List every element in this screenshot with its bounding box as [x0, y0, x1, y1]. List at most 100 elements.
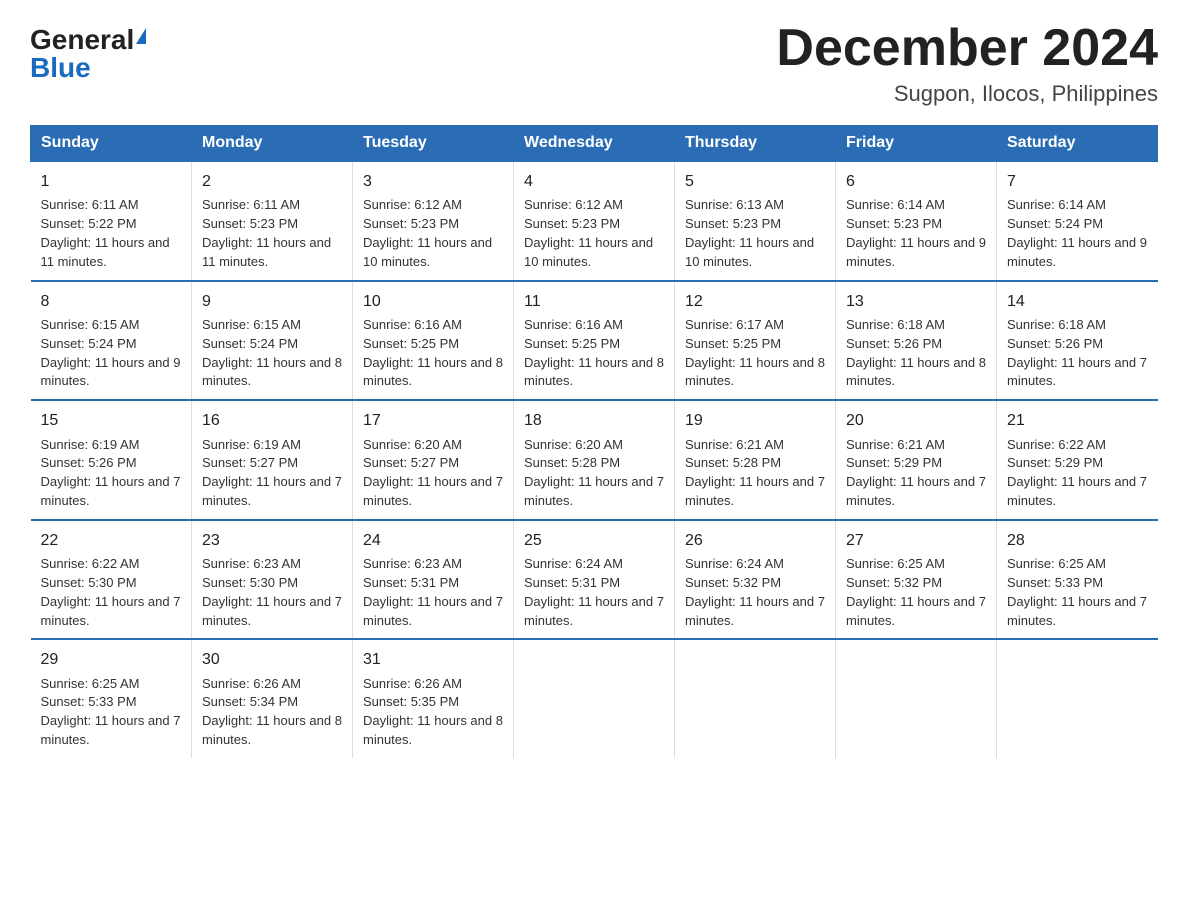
calendar-cell — [675, 639, 836, 758]
day-number: 2 — [202, 170, 342, 193]
day-info: Sunrise: 6:16 AMSunset: 5:25 PMDaylight:… — [363, 317, 503, 389]
day-info: Sunrise: 6:13 AMSunset: 5:23 PMDaylight:… — [685, 197, 814, 269]
day-info: Sunrise: 6:18 AMSunset: 5:26 PMDaylight:… — [1007, 317, 1147, 389]
day-info: Sunrise: 6:26 AMSunset: 5:34 PMDaylight:… — [202, 676, 342, 748]
day-number: 25 — [524, 529, 664, 552]
calendar-cell: 16 Sunrise: 6:19 AMSunset: 5:27 PMDayligh… — [192, 400, 353, 520]
day-info: Sunrise: 6:22 AMSunset: 5:30 PMDaylight:… — [41, 556, 181, 628]
calendar-cell: 31 Sunrise: 6:26 AMSunset: 5:35 PMDayligh… — [353, 639, 514, 758]
day-number: 27 — [846, 529, 986, 552]
day-info: Sunrise: 6:26 AMSunset: 5:35 PMDaylight:… — [363, 676, 503, 748]
calendar-cell — [836, 639, 997, 758]
calendar-cell: 28Sunrise: 6:25 AMSunset: 5:33 PMDayligh… — [997, 520, 1158, 640]
calendar-cell: 27 Sunrise: 6:25 AMSunset: 5:32 PMDayligh… — [836, 520, 997, 640]
calendar-cell: 4Sunrise: 6:12 AMSunset: 5:23 PMDaylight… — [514, 161, 675, 281]
day-number: 23 — [202, 529, 342, 552]
calendar-cell: 3 Sunrise: 6:12 AMSunset: 5:23 PMDaylight… — [353, 161, 514, 281]
calendar-cell: 21Sunrise: 6:22 AMSunset: 5:29 PMDayligh… — [997, 400, 1158, 520]
day-info: Sunrise: 6:19 AMSunset: 5:27 PMDaylight:… — [202, 437, 342, 509]
calendar-cell: 20Sunrise: 6:21 AMSunset: 5:29 PMDayligh… — [836, 400, 997, 520]
day-number: 30 — [202, 648, 342, 671]
day-info: Sunrise: 6:21 AMSunset: 5:28 PMDaylight:… — [685, 437, 825, 509]
calendar-cell: 14 Sunrise: 6:18 AMSunset: 5:26 PMDayligh… — [997, 281, 1158, 401]
calendar-cell: 17 Sunrise: 6:20 AMSunset: 5:27 PMDayligh… — [353, 400, 514, 520]
day-number: 16 — [202, 409, 342, 432]
day-number: 6 — [846, 170, 986, 193]
calendar-cell: 8 Sunrise: 6:15 AMSunset: 5:24 PMDaylight… — [31, 281, 192, 401]
page-header: General Blue December 2024 Sugpon, Iloco… — [30, 20, 1158, 107]
calendar-cell: 11 Sunrise: 6:16 AMSunset: 5:25 PMDayligh… — [514, 281, 675, 401]
calendar-table: SundayMondayTuesdayWednesdayThursdayFrid… — [30, 125, 1158, 758]
calendar-cell: 9Sunrise: 6:15 AMSunset: 5:24 PMDaylight… — [192, 281, 353, 401]
calendar-header-saturday: Saturday — [997, 126, 1158, 162]
logo-general-text: General — [30, 26, 134, 54]
calendar-header-thursday: Thursday — [675, 126, 836, 162]
calendar-cell: 18 Sunrise: 6:20 AMSunset: 5:28 PMDayligh… — [514, 400, 675, 520]
day-number: 5 — [685, 170, 825, 193]
day-info: Sunrise: 6:25 AMSunset: 5:33 PMDaylight:… — [41, 676, 181, 748]
calendar-cell: 13Sunrise: 6:18 AMSunset: 5:26 PMDayligh… — [836, 281, 997, 401]
day-number: 1 — [41, 170, 182, 193]
day-number: 4 — [524, 170, 664, 193]
day-number: 20 — [846, 409, 986, 432]
day-info: Sunrise: 6:18 AMSunset: 5:26 PMDaylight:… — [846, 317, 986, 389]
calendar-cell: 25 Sunrise: 6:24 AMSunset: 5:31 PMDayligh… — [514, 520, 675, 640]
calendar-header-friday: Friday — [836, 126, 997, 162]
day-number: 15 — [41, 409, 182, 432]
calendar-header-tuesday: Tuesday — [353, 126, 514, 162]
calendar-cell — [514, 639, 675, 758]
day-number: 8 — [41, 290, 182, 313]
day-number: 7 — [1007, 170, 1148, 193]
calendar-cell: 26 Sunrise: 6:24 AMSunset: 5:32 PMDayligh… — [675, 520, 836, 640]
day-info: Sunrise: 6:24 AMSunset: 5:32 PMDaylight:… — [685, 556, 825, 628]
calendar-week-row: 15 Sunrise: 6:19 AMSunset: 5:26 PMDayligh… — [31, 400, 1158, 520]
day-info: Sunrise: 6:12 AMSunset: 5:23 PMDaylight:… — [363, 197, 492, 269]
day-number: 22 — [41, 529, 182, 552]
day-number: 14 — [1007, 290, 1148, 313]
calendar-cell — [997, 639, 1158, 758]
calendar-header-monday: Monday — [192, 126, 353, 162]
calendar-cell: 30 Sunrise: 6:26 AMSunset: 5:34 PMDayligh… — [192, 639, 353, 758]
day-number: 9 — [202, 290, 342, 313]
day-info: Sunrise: 6:11 AMSunset: 5:23 PMDaylight:… — [202, 197, 331, 269]
day-info: Sunrise: 6:25 AMSunset: 5:32 PMDaylight:… — [846, 556, 986, 628]
day-number: 17 — [363, 409, 503, 432]
calendar-header-row: SundayMondayTuesdayWednesdayThursdayFrid… — [31, 126, 1158, 162]
logo: General Blue — [30, 26, 146, 82]
calendar-cell: 12Sunrise: 6:17 AMSunset: 5:25 PMDayligh… — [675, 281, 836, 401]
calendar-header-sunday: Sunday — [31, 126, 192, 162]
calendar-cell: 19 Sunrise: 6:21 AMSunset: 5:28 PMDayligh… — [675, 400, 836, 520]
calendar-cell: 29 Sunrise: 6:25 AMSunset: 5:33 PMDayligh… — [31, 639, 192, 758]
calendar-week-row: 8 Sunrise: 6:15 AMSunset: 5:24 PMDaylight… — [31, 281, 1158, 401]
calendar-week-row: 1Sunrise: 6:11 AMSunset: 5:22 PMDaylight… — [31, 161, 1158, 281]
title-block: December 2024 Sugpon, Ilocos, Philippine… — [776, 20, 1158, 107]
location-title: Sugpon, Ilocos, Philippines — [776, 81, 1158, 107]
calendar-week-row: 22 Sunrise: 6:22 AMSunset: 5:30 PMDayligh… — [31, 520, 1158, 640]
calendar-cell: 2 Sunrise: 6:11 AMSunset: 5:23 PMDaylight… — [192, 161, 353, 281]
day-number: 11 — [524, 290, 664, 313]
day-number: 21 — [1007, 409, 1148, 432]
calendar-cell: 10 Sunrise: 6:16 AMSunset: 5:25 PMDayligh… — [353, 281, 514, 401]
day-info: Sunrise: 6:25 AMSunset: 5:33 PMDaylight:… — [1007, 556, 1147, 628]
day-number: 31 — [363, 648, 503, 671]
day-info: Sunrise: 6:15 AMSunset: 5:24 PMDaylight:… — [41, 317, 181, 389]
day-info: Sunrise: 6:16 AMSunset: 5:25 PMDaylight:… — [524, 317, 664, 389]
calendar-cell: 22 Sunrise: 6:22 AMSunset: 5:30 PMDayligh… — [31, 520, 192, 640]
logo-blue-text: Blue — [30, 54, 91, 82]
calendar-cell: 23Sunrise: 6:23 AMSunset: 5:30 PMDayligh… — [192, 520, 353, 640]
day-number: 18 — [524, 409, 664, 432]
day-number: 10 — [363, 290, 503, 313]
calendar-cell: 15 Sunrise: 6:19 AMSunset: 5:26 PMDayligh… — [31, 400, 192, 520]
calendar-cell: 7Sunrise: 6:14 AMSunset: 5:24 PMDaylight… — [997, 161, 1158, 281]
day-info: Sunrise: 6:20 AMSunset: 5:28 PMDaylight:… — [524, 437, 664, 509]
calendar-header-wednesday: Wednesday — [514, 126, 675, 162]
day-info: Sunrise: 6:24 AMSunset: 5:31 PMDaylight:… — [524, 556, 664, 628]
calendar-cell: 1Sunrise: 6:11 AMSunset: 5:22 PMDaylight… — [31, 161, 192, 281]
day-number: 26 — [685, 529, 825, 552]
day-info: Sunrise: 6:19 AMSunset: 5:26 PMDaylight:… — [41, 437, 181, 509]
day-info: Sunrise: 6:20 AMSunset: 5:27 PMDaylight:… — [363, 437, 503, 509]
day-number: 19 — [685, 409, 825, 432]
day-number: 3 — [363, 170, 503, 193]
calendar-cell: 5 Sunrise: 6:13 AMSunset: 5:23 PMDaylight… — [675, 161, 836, 281]
day-number: 29 — [41, 648, 182, 671]
